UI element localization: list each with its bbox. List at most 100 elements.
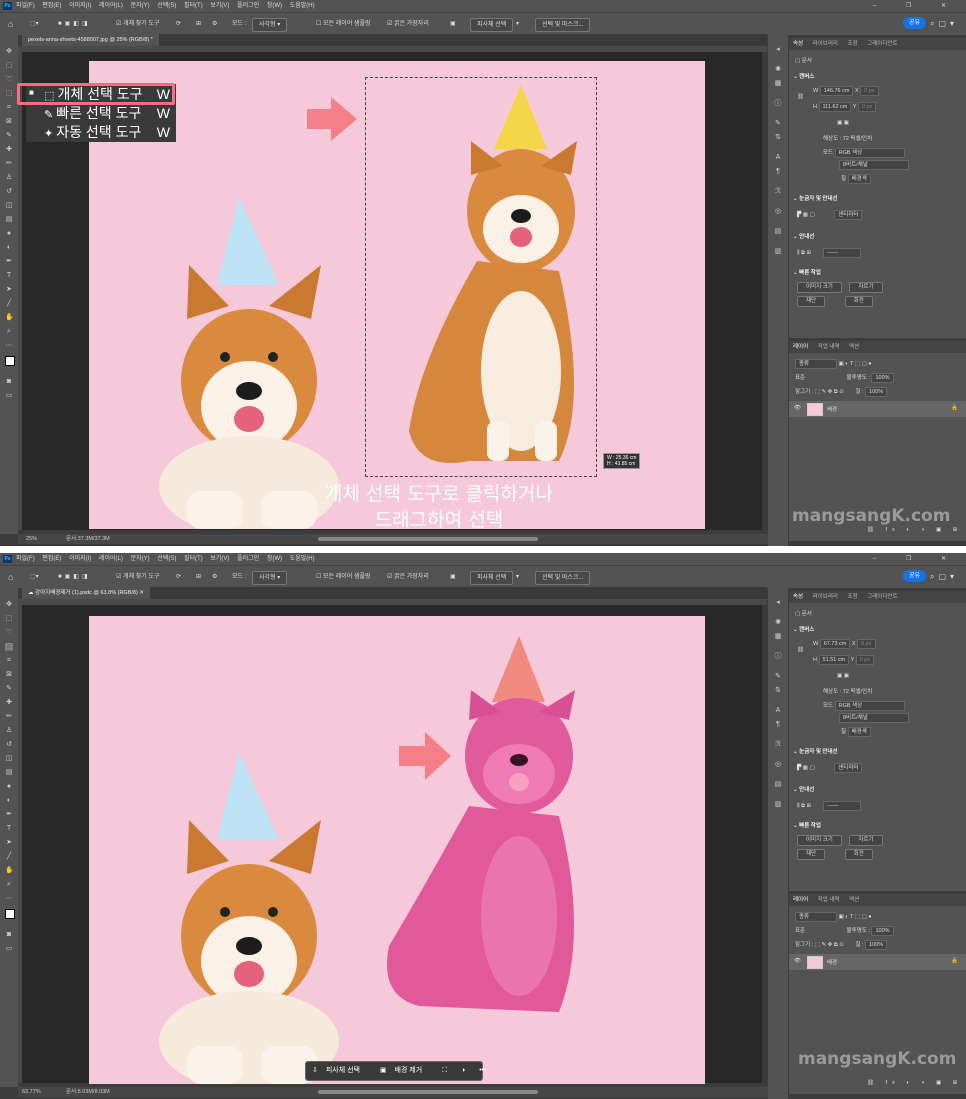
blend-mode-select[interactable]: 표준 [795,375,805,381]
object-select-tool-icon[interactable]: ⬚ [5,90,13,98]
ruler-icon[interactable]: ▛ ▦ ▢ [797,765,815,771]
brush-panel-icon[interactable]: ✎ [774,120,782,128]
channels-panel-icon[interactable]: ▤ [774,228,782,236]
crop-tool-icon[interactable]: ⌗ [5,104,13,112]
character-panel-icon[interactable]: A [774,707,782,715]
sample-all-checkbox[interactable]: ☐ 모든 레이어 샘플링 [316,571,371,583]
mask-icon[interactable]: ◑ [461,1067,465,1074]
layer-footer-icons[interactable]: ⛓ fx ◐ ◑ ▣ ⊞ 🗑 [867,527,966,533]
blur-tool-icon[interactable]: ● [5,783,13,791]
bit-depth-select[interactable]: 8비트/채널 [839,160,909,170]
document-canvas[interactable] [89,616,705,1084]
menu-edit[interactable]: 편집(E) [42,556,61,562]
color-mode-select[interactable]: RGB 색상 [834,148,905,158]
flyout-magic-wand-tool[interactable]: ✦ 자동 선택 도구 W [44,123,174,141]
glyphs-panel-icon[interactable]: ℛ [774,741,782,749]
line-tool-icon[interactable]: ╱ [5,300,13,308]
visibility-eye-icon[interactable]: 👁 [794,405,801,411]
layer-kind-select[interactable]: 종류 [795,359,837,369]
layer-kind-select[interactable]: 종류 [795,912,837,922]
marquee-tool-icon[interactable]: ⬚ [5,62,13,70]
menu-image[interactable]: 이미지(I) [69,556,91,562]
tab-adjustments[interactable]: 조정 [848,41,858,47]
menu-select[interactable]: 선택(S) [157,3,176,9]
select-and-mask-button[interactable]: 선택 및 마스크... [535,571,591,585]
overlay-icon[interactable]: ⊞ [196,571,201,583]
flyout-quick-select-tool[interactable]: ✎ 빠른 선택 도구 W [44,104,174,122]
zoom-tool-icon[interactable]: ⌕ [5,881,13,889]
tab-actions[interactable]: 액션 [849,897,859,903]
stamp-tool-icon[interactable]: ♙ [5,174,13,182]
tab-gradients[interactable]: 그레이디언트 [867,41,897,47]
stamp-tool-icon[interactable]: ♙ [5,727,13,735]
object-select-tool-icon[interactable]: ⬚▾ [30,18,39,30]
opacity-field[interactable]: 100% [871,926,894,936]
menu-help[interactable]: 도움말(H) [290,556,315,562]
color-swatch-icon[interactable] [5,909,15,919]
pen-tool-icon[interactable]: ✒ [5,258,13,266]
fill-select[interactable]: 배경색 [847,727,871,737]
healing-brush-icon[interactable]: ✚ [5,699,13,707]
blend-mode-select[interactable]: 표준 [795,928,805,934]
orientation-icons[interactable]: ▣ ▣ [837,673,849,679]
gradient-tool-icon[interactable]: ▤ [5,216,13,224]
height-field[interactable]: 111.62 cm [818,102,852,112]
quick-mask-icon[interactable]: ◙ [5,378,13,386]
select-subject-icon[interactable]: ▣ [450,571,456,583]
menu-view[interactable]: 보기(V) [210,556,229,562]
width-field[interactable]: 146.76 cm [819,86,854,96]
select-subject-button[interactable]: 피사체 선택 [470,571,514,585]
tab-adjustments[interactable]: 조정 [848,594,858,600]
crop-button[interactable]: 자르기 [849,835,883,846]
more-tools-icon[interactable]: ⋯ [5,895,13,903]
layer-row-background[interactable]: 👁 배경 🔒 [789,954,966,970]
eraser-tool-icon[interactable]: ◫ [5,755,13,763]
tab-history[interactable]: 작업 내역 [818,344,840,350]
canvas-header[interactable]: ⌄ 캔버스 [793,72,814,80]
guide-header[interactable]: ⌄ 안내선 [793,232,814,240]
menu-edit[interactable]: 편집(E) [42,3,61,9]
trim-button[interactable]: 재단 [797,849,826,860]
zoom-level[interactable]: 63.77% [22,1087,41,1097]
object-select-tool-icon[interactable]: ⬚ [5,643,13,651]
menu-file[interactable]: 파일(F) [16,556,35,562]
zoom-level[interactable]: 25% [26,534,37,544]
x-field[interactable]: 0 px [860,86,879,96]
refresh-icon[interactable]: ⟳ [176,18,181,30]
ruler-unit-select[interactable]: 센티미터 [834,763,863,773]
color-swatch-icon[interactable] [5,356,15,366]
info-panel-icon[interactable]: ⓘ [774,100,782,108]
rotate-button[interactable]: 회전 [844,849,873,860]
height-field[interactable]: 51.51 cm [818,655,850,665]
glyphs-panel-icon[interactable]: ℛ [774,188,782,196]
tab-properties[interactable]: 속성 [793,594,803,600]
ruler-unit-select[interactable]: 센티미터 [834,210,863,220]
lasso-tool-icon[interactable]: ➰ [5,76,14,84]
hard-edge-checkbox[interactable]: ☑ 굵은 가장자리 [387,571,429,583]
image-size-button[interactable]: 이미지 크기 [797,835,842,846]
object-finder-checkbox[interactable]: ☑ 개체 찾기 도구 [116,18,160,30]
hard-edge-checkbox[interactable]: ☑ 굵은 가장자리 [387,18,429,30]
more-tools-icon[interactable]: ⋯ [5,342,13,350]
tab-properties[interactable]: 속성 [793,41,803,47]
horizontal-scrollbar[interactable] [318,1090,538,1094]
character-panel-icon[interactable]: A [774,154,782,162]
menu-window[interactable]: 창(W) [267,556,282,562]
ctx-subject-button[interactable]: ⇩ 피사체 선택 [312,1067,366,1074]
menu-image[interactable]: 이미지(I) [69,3,91,9]
canvas-area[interactable]: ⇩ 피사체 선택 ▣ 배경 제거 ⛶ ◑ ••• [22,605,767,1084]
home-icon[interactable]: ⌂ [8,571,13,583]
fill-select[interactable]: 배경색 [847,174,871,184]
selection-mode-icons[interactable]: ■▣◧◨ [58,18,91,30]
collapse-icon[interactable]: ◂ [774,46,782,54]
visibility-eye-icon[interactable]: 👁 [794,958,801,964]
move-tool-icon[interactable]: ✥ [5,601,13,609]
brush-panel-icon[interactable]: ✎ [774,673,782,681]
select-subject-icon[interactable]: ▣ [450,18,456,30]
window-controls[interactable]: – ❐ ✕ [873,0,960,12]
gear-icon[interactable]: ⚙ [212,571,217,583]
x-field[interactable]: 0 px [857,639,876,649]
tab-layers[interactable]: 레이어 [793,897,808,903]
screen-mode-icon[interactable]: ▭ [5,392,13,400]
image-size-button[interactable]: 이미지 크기 [797,282,842,293]
